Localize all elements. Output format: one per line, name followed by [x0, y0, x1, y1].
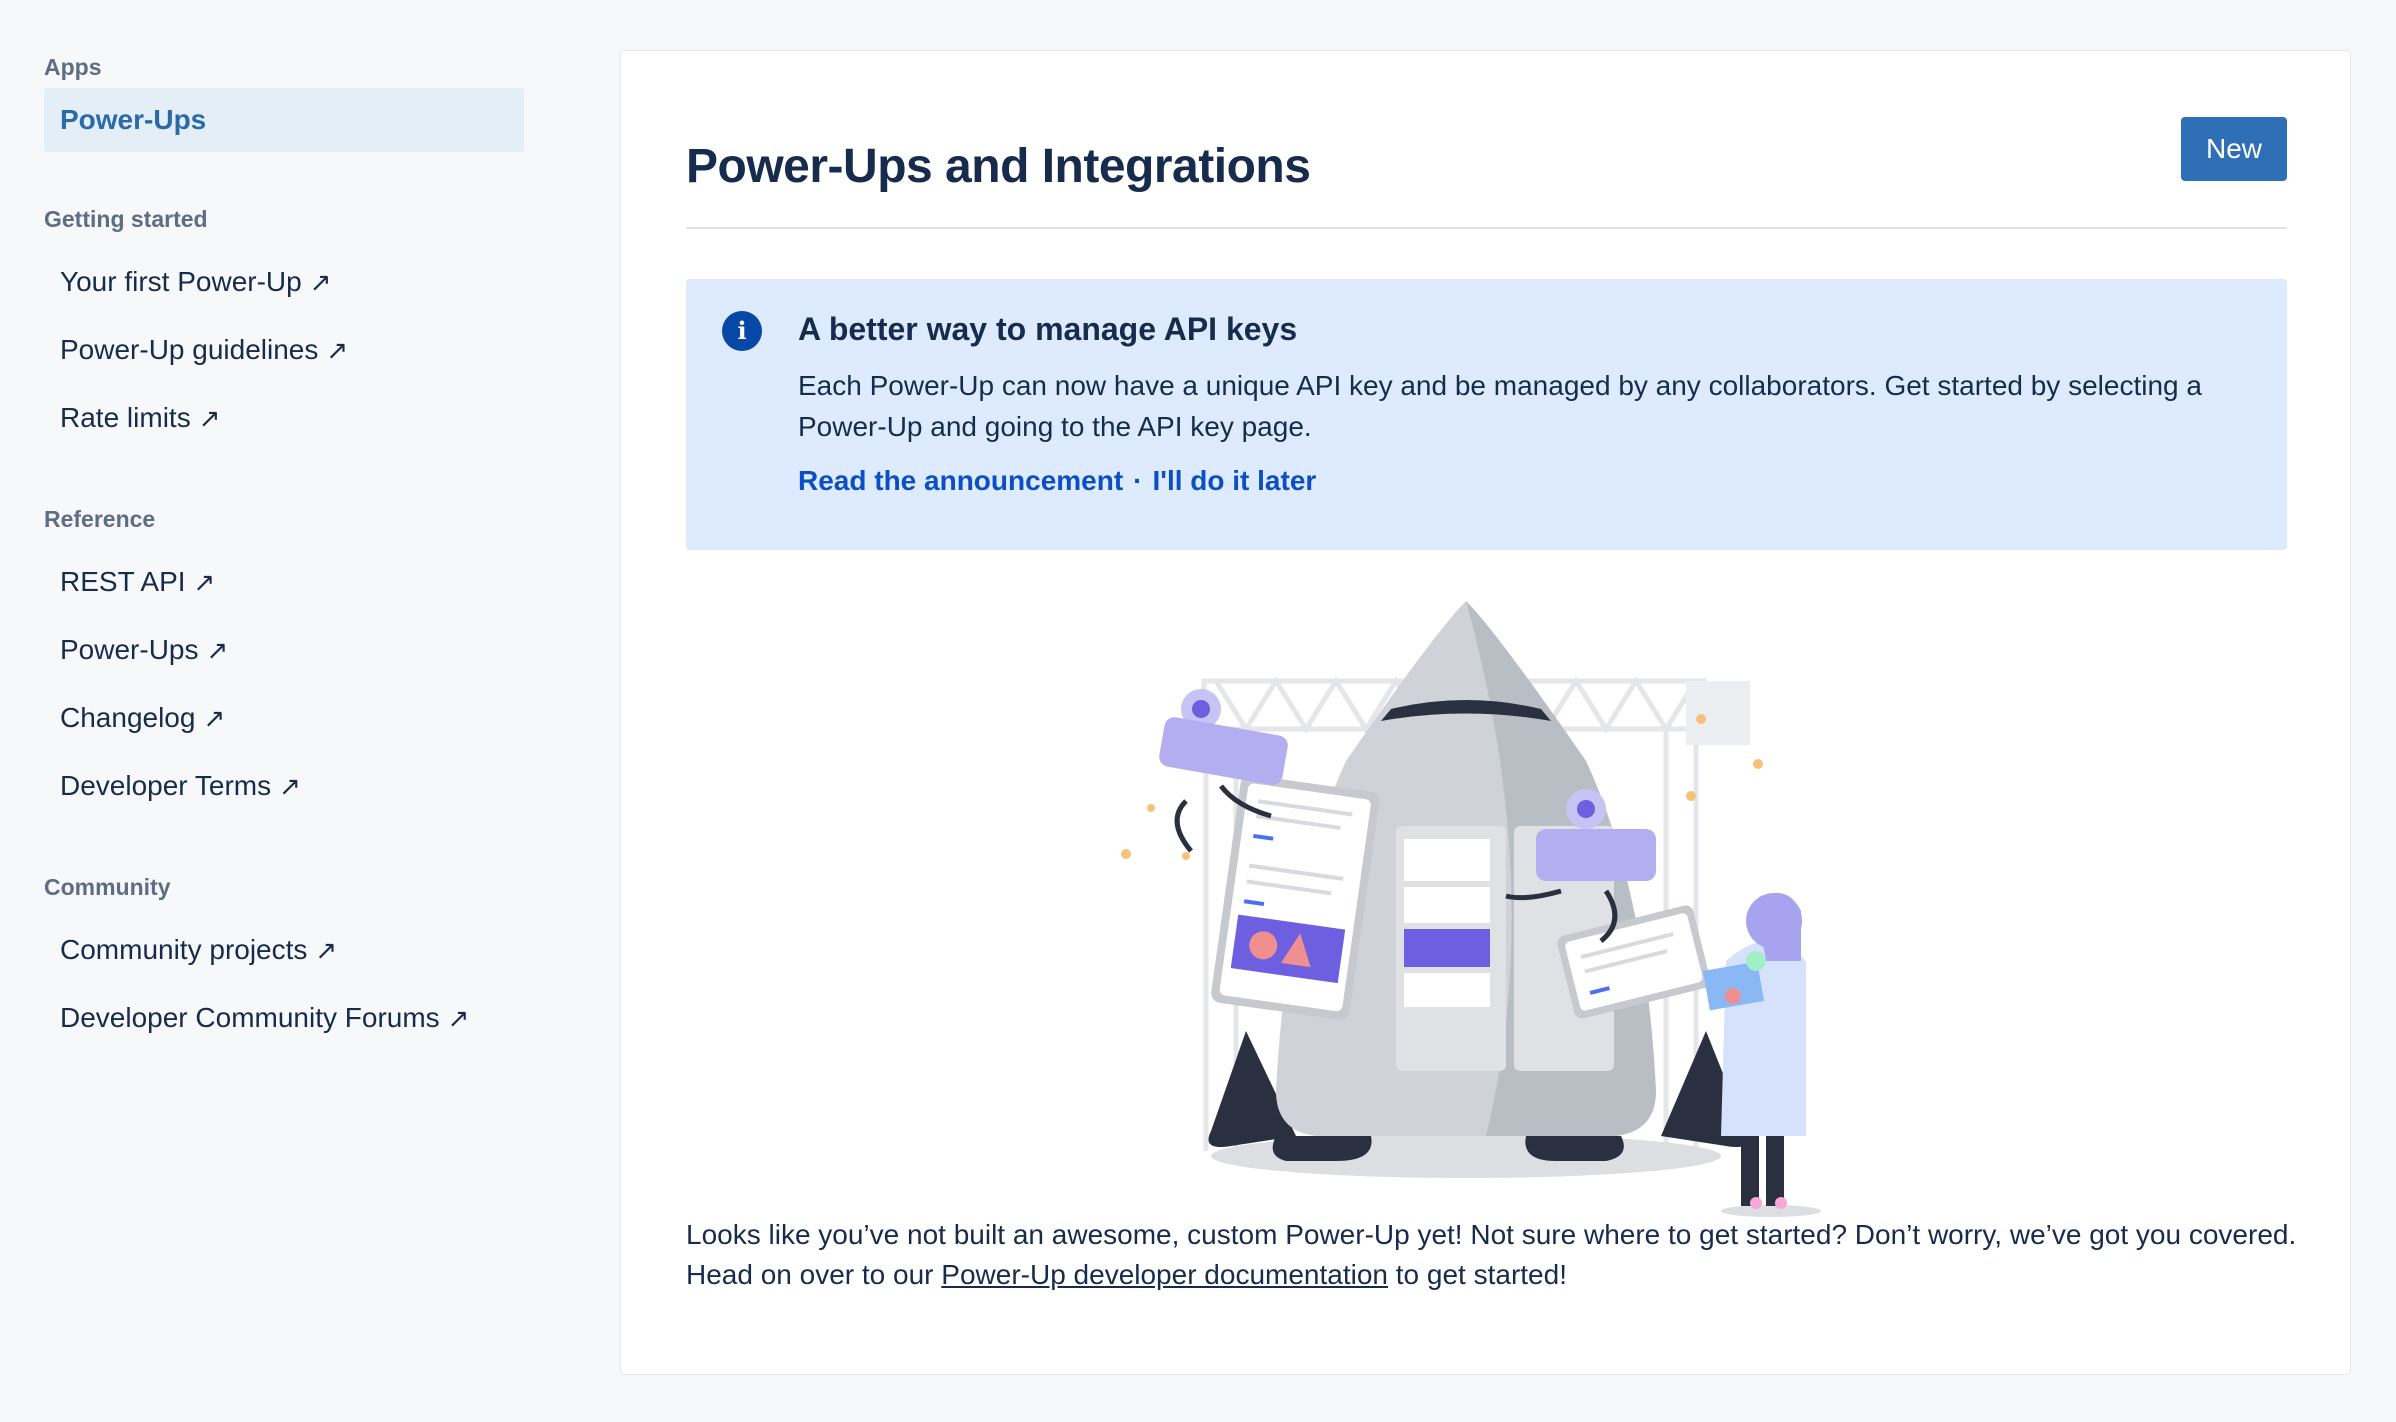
- sidebar-heading-reference: Reference: [44, 506, 156, 532]
- person-icon: [1702, 893, 1821, 1217]
- link-separator: ·: [1133, 465, 1143, 496]
- external-link-icon: ↗: [193, 567, 216, 597]
- sidebar-item-rest-api[interactable]: REST API ↗: [44, 548, 524, 616]
- banner-actions: Read the announcement · I'll do it later: [798, 465, 1316, 497]
- sidebar-item-community-projects[interactable]: Community projects ↗: [44, 916, 524, 984]
- sidebar-group-reference: Reference REST API ↗ Power-Ups ↗ Changelog…: [44, 502, 524, 820]
- developer-docs-link[interactable]: Power-Up developer documentation: [941, 1259, 1388, 1290]
- banner-title: A better way to manage API keys: [798, 311, 1298, 347]
- sidebar-item-developer-community-forums[interactable]: Developer Community Forums ↗: [44, 984, 524, 1052]
- external-link-icon: ↗: [309, 267, 332, 297]
- sidebar: Apps Power-Ups Getting started Your firs…: [44, 50, 524, 1052]
- new-button[interactable]: New: [2181, 117, 2287, 181]
- page-title: Power-Ups and Integrations: [686, 140, 1311, 193]
- external-link-icon: ↗: [203, 703, 226, 733]
- sidebar-heading-getting-started: Getting started: [44, 206, 208, 232]
- external-link-icon: ↗: [206, 635, 229, 665]
- sidebar-item-label: Power-Ups: [60, 634, 199, 665]
- sidebar-item-developer-terms[interactable]: Developer Terms ↗: [44, 752, 524, 820]
- sidebar-item-label: Developer Terms: [60, 770, 272, 801]
- sidebar-item-rate-limits[interactable]: Rate limits ↗: [44, 384, 524, 452]
- main-card: Power-Ups and Integrations New i A bette…: [620, 50, 2351, 1375]
- external-link-icon: ↗: [447, 1003, 470, 1033]
- external-link-icon: ↗: [198, 403, 221, 433]
- sidebar-heading-community: Community: [44, 874, 171, 900]
- sidebar-item-power-up-guidelines[interactable]: Power-Up guidelines ↗: [44, 316, 524, 384]
- external-link-icon: ↗: [315, 935, 338, 965]
- sidebar-item-label: Community projects: [60, 934, 308, 965]
- sidebar-item-label: Power-Up guidelines: [60, 334, 319, 365]
- sidebar-item-label: Rate limits: [60, 402, 191, 433]
- footer-text-after: to get started!: [1387, 1259, 1567, 1290]
- banner-body: Each Power-Up can now have a unique API …: [798, 370, 2202, 442]
- sidebar-item-your-first-power-up[interactable]: Your first Power-Up ↗: [44, 248, 524, 316]
- sidebar-item-power-ups-reference[interactable]: Power-Ups ↗: [44, 616, 524, 684]
- sidebar-item-label: Developer Community Forums: [60, 1002, 440, 1033]
- api-keys-banner: i A better way to manage API keys Each P…: [686, 279, 2287, 550]
- external-link-icon: ↗: [326, 335, 349, 365]
- do-it-later-link[interactable]: I'll do it later: [1153, 465, 1317, 496]
- sidebar-item-power-ups-active[interactable]: Power-Ups: [44, 88, 524, 152]
- external-link-icon: ↗: [279, 771, 301, 801]
- sidebar-group-getting-started: Getting started Your first Power-Up ↗ Pow…: [44, 202, 524, 452]
- read-announcement-link[interactable]: Read the announcement: [798, 465, 1123, 496]
- info-icon: i: [722, 311, 762, 351]
- sidebar-item-label: REST API: [60, 566, 186, 597]
- empty-state-message: Looks like you’ve not built an awesome, …: [686, 1215, 2306, 1295]
- title-divider: [686, 227, 2287, 229]
- sidebar-item-label: Changelog: [60, 702, 196, 733]
- rocket-illustration: [1121, 601, 1821, 1217]
- sidebar-heading-apps: Apps: [44, 54, 102, 80]
- sidebar-group-community: Community Community projects ↗ Developer …: [44, 870, 524, 1052]
- sidebar-item-changelog[interactable]: Changelog ↗: [44, 684, 524, 752]
- sidebar-item-label: Your first Power-Up: [60, 266, 302, 297]
